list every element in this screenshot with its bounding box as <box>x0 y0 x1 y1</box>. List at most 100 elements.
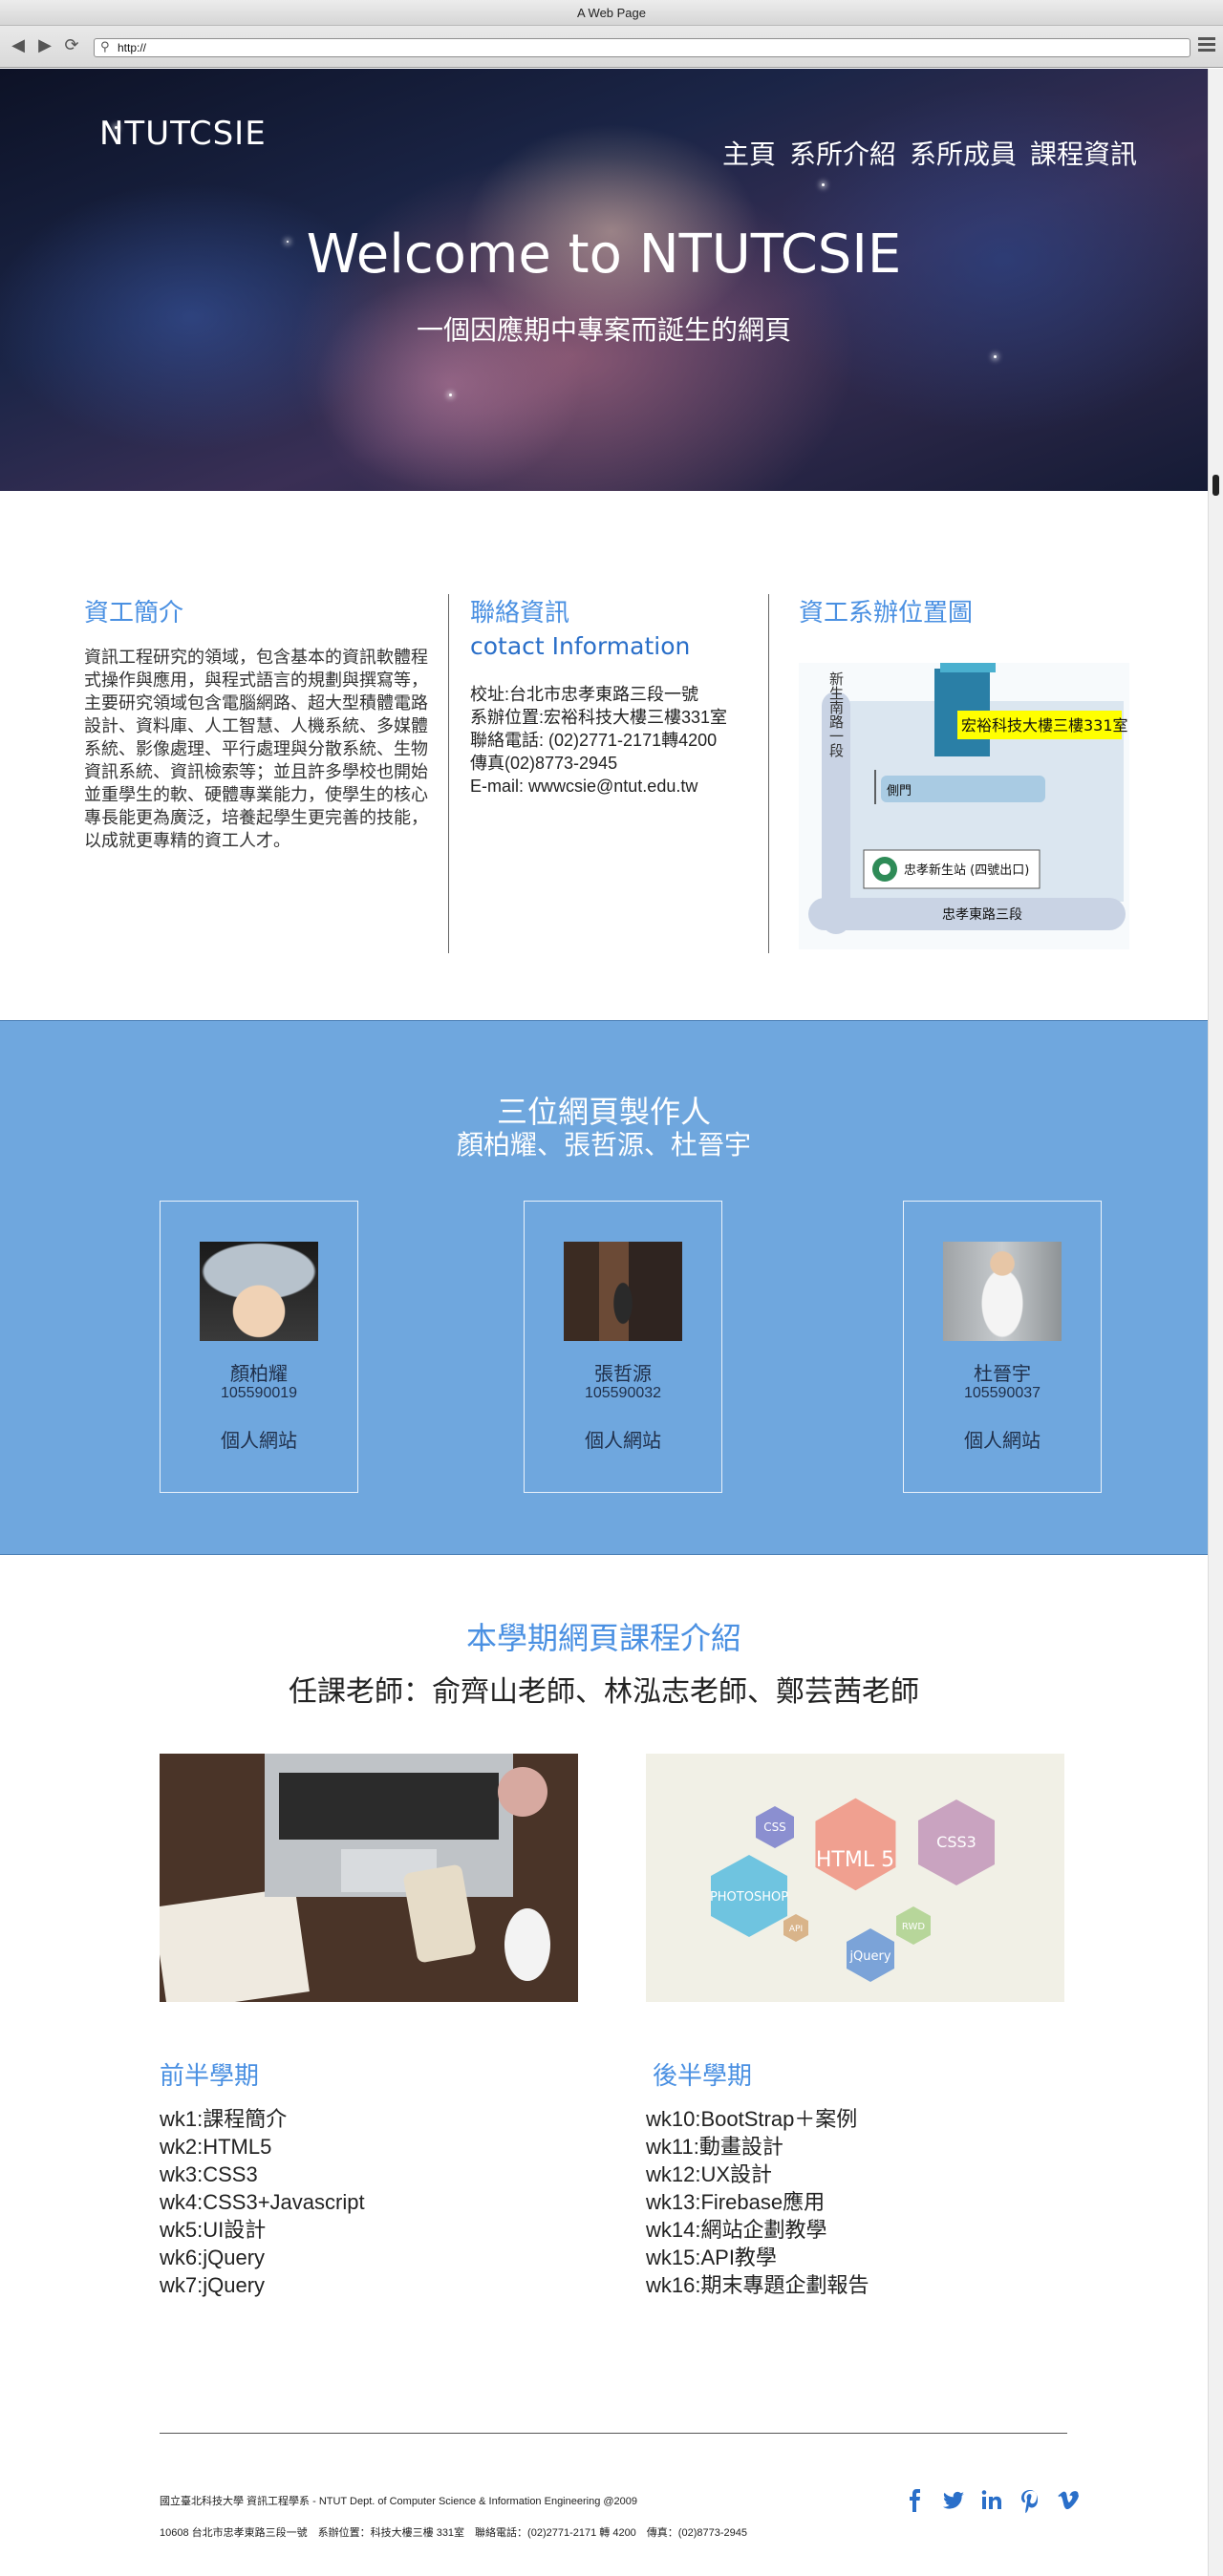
list-item: wk13:Firebase應用 <box>646 2190 826 2214</box>
contact-details: 校址:台北市忠孝東路三段一號 系辦位置:宏裕科技大樓三樓331室 聯絡電話: (… <box>470 683 727 798</box>
list-item: wk4:CSS3+Javascript <box>160 2190 365 2214</box>
star <box>994 355 997 358</box>
contact-office: 系辦位置:宏裕科技大樓三樓331室 <box>470 708 728 727</box>
hex-jquery: jQuery <box>848 1949 890 1964</box>
member-website-link[interactable]: 個人網站 <box>525 1425 721 1453</box>
member-photo <box>200 1242 318 1341</box>
about-heading: 資工簡介 <box>84 599 184 628</box>
contact-phone: 聯絡電話: (02)2771-2171轉4200 <box>470 731 718 750</box>
course-title: 本學期網頁課程介紹 <box>465 1620 741 1656</box>
first-half-list: wk1:課程簡介 wk2:HTML5 wk3:CSS3 wk4:CSS3+Jav… <box>160 2105 365 2299</box>
building-label: 宏裕科技大樓三樓331室 <box>961 716 1128 734</box>
first-half-heading: 前半學期 <box>160 2062 260 2091</box>
reload-icon[interactable]: ⟳ <box>61 35 82 56</box>
nav-item-members[interactable]: 系所成員 <box>910 134 1017 172</box>
list-item: wk5:UI設計 <box>160 2218 267 2242</box>
list-item: wk3:CSS3 <box>160 2162 258 2186</box>
hero-banner: NTUTCSIE 主頁 系所介紹 系所成員 課程資訊 Welcome to NT… <box>0 69 1208 491</box>
list-item: wk15:API教學 <box>646 2246 777 2269</box>
list-item: wk12:UX設計 <box>646 2162 773 2186</box>
nav-item-home[interactable]: 主頁 <box>722 134 776 172</box>
star <box>822 183 825 186</box>
member-id: 105590032 <box>584 1385 662 1401</box>
map-heading: 資工系辦位置圖 <box>799 599 974 628</box>
contact-heading: 聯絡資訊 <box>470 599 570 628</box>
vimeo-icon[interactable] <box>1055 2487 1082 2514</box>
list-item: wk2:HTML5 <box>160 2135 272 2159</box>
hero-subtitle: 一個因應期中專案而誕生的網頁 <box>416 314 791 346</box>
linkedin-icon[interactable] <box>978 2487 1005 2514</box>
member-photo <box>943 1242 1062 1341</box>
nav-item-about[interactable]: 系所介紹 <box>789 134 896 172</box>
mrt-logo-inner <box>879 863 890 875</box>
second-half-heading: 後半學期 <box>653 2062 753 2091</box>
list-item: wk11:動畫設計 <box>646 2135 783 2159</box>
hex-css: CSS <box>763 1820 786 1834</box>
menu-icon[interactable] <box>1198 37 1215 54</box>
divider <box>448 594 449 953</box>
team-names: 顏柏耀、張哲源、杜晉宇 <box>456 1129 751 1160</box>
hex-api: API <box>789 1925 803 1934</box>
divider <box>768 594 769 953</box>
member-card: 顏柏耀 105590019 個人網站 <box>160 1201 358 1493</box>
hex-css3: CSS3 <box>936 1833 976 1851</box>
scrollbar-track[interactable] <box>1208 69 1223 2576</box>
svg-text:新生南路一段: 新生南路一段 <box>827 671 845 757</box>
search-icon: ⚲ <box>100 40 110 54</box>
member-name: 杜晉宇 <box>974 1362 1031 1385</box>
forward-arrow-icon[interactable]: ▶ <box>34 35 55 56</box>
pinterest-icon[interactable] <box>1017 2487 1043 2514</box>
facebook-icon[interactable] <box>902 2487 929 2514</box>
laptop-graphic <box>160 1754 578 2002</box>
hex-photoshop: PHOTOSHOP <box>710 1890 788 1905</box>
star <box>449 394 452 396</box>
nav-item-courses[interactable]: 課程資訊 <box>1030 134 1137 172</box>
back-arrow-icon[interactable]: ◀ <box>8 35 29 56</box>
hero-title: Welcome to NTUTCSIE <box>306 224 902 286</box>
team-section: 三位網頁製作人 顏柏耀、張哲源、杜晉宇 顏柏耀 105590019 個人網站 張… <box>0 1020 1208 1555</box>
contact-fax: 傳真(02)8773-2945 <box>470 754 618 773</box>
main-nav: 主頁 系所介紹 系所成員 課程資訊 <box>722 134 1137 172</box>
member-id: 105590037 <box>963 1385 1041 1401</box>
list-item: wk6:jQuery <box>160 2246 266 2269</box>
info-section: 資工簡介 資訊工程研究的領域，包含基本的資訊軟體程式操作與應用，與程式語言的規劃… <box>0 491 1208 1020</box>
url-input[interactable] <box>118 40 1178 55</box>
browser-toolbar: ◀ ▶ ⟳ ⚲ <box>0 26 1223 68</box>
side-gate-label: 側門 <box>887 784 912 798</box>
list-item: wk14:網站企劃教學 <box>646 2218 827 2242</box>
web-tech-image: HTML 5 CSS CSS3 PHOTOSHOP API RWD jQuery <box>646 1754 1064 2002</box>
footer-divider <box>160 2433 1067 2434</box>
hex-rwd: RWD <box>902 1922 925 1932</box>
contact-email: E-mail: wwwcsie@ntut.edu.tw <box>470 777 698 796</box>
about-text: 資訊工程研究的領域，包含基本的資訊軟體程式操作與應用，與程式語言的規劃與撰寫等，… <box>84 648 428 851</box>
scrollbar-thumb[interactable] <box>1212 475 1219 496</box>
map-graphic: 宏裕科技大樓三樓331室 側門 新生南路一段 忠孝新生站 (四號出口) 忠孝東路… <box>808 663 1128 934</box>
window-title: A Web Page <box>0 0 1223 26</box>
footer-address: 10608 台北市忠孝東路三段一號 系辦位置：科技大樓三樓 331室 聯絡電話：… <box>160 2527 747 2539</box>
twitter-icon[interactable] <box>940 2487 967 2514</box>
web-tech-graphic: HTML 5 CSS CSS3 PHOTOSHOP API RWD jQuery <box>646 1754 1064 2002</box>
list-item: wk7:jQuery <box>160 2273 266 2297</box>
member-card: 張哲源 105590032 個人網站 <box>524 1201 722 1493</box>
hex-html5: HTML 5 <box>816 1848 894 1872</box>
member-name: 張哲源 <box>594 1362 652 1385</box>
member-photo <box>564 1242 682 1341</box>
location-map: 宏裕科技大樓三樓331室 側門 新生南路一段 忠孝新生站 (四號出口) 忠孝東路… <box>799 663 1129 949</box>
building-roof <box>940 663 996 672</box>
list-item: wk1:課程簡介 <box>160 2107 288 2131</box>
second-half-list: wk10:BootStrap＋案例 wk11:動畫設計 wk12:UX設計 wk… <box>646 2105 869 2299</box>
site-logo[interactable]: NTUTCSIE <box>99 115 267 153</box>
list-item: wk10:BootStrap＋案例 <box>646 2107 858 2131</box>
address-bar[interactable]: ⚲ <box>94 38 1191 57</box>
course-teachers: 任課老師：俞齊山老師、林泓志老師、鄭芸茜老師 <box>289 1675 919 1709</box>
footer-copyright: 國立臺北科技大學 資訊工程學系 - NTUT Dept. of Computer… <box>160 2496 638 2507</box>
station-label: 忠孝新生站 (四號出口) <box>904 862 1029 878</box>
contact-address: 校址:台北市忠孝東路三段一號 <box>470 685 698 704</box>
contact-heading-en: cotact Information <box>470 632 691 660</box>
member-website-link[interactable]: 個人網站 <box>161 1425 357 1453</box>
member-name: 顏柏耀 <box>230 1362 288 1385</box>
member-website-link[interactable]: 個人網站 <box>904 1425 1101 1453</box>
member-id: 105590019 <box>220 1385 298 1401</box>
member-card: 杜晉宇 105590037 個人網站 <box>903 1201 1102 1493</box>
laptop-image <box>160 1754 578 2002</box>
